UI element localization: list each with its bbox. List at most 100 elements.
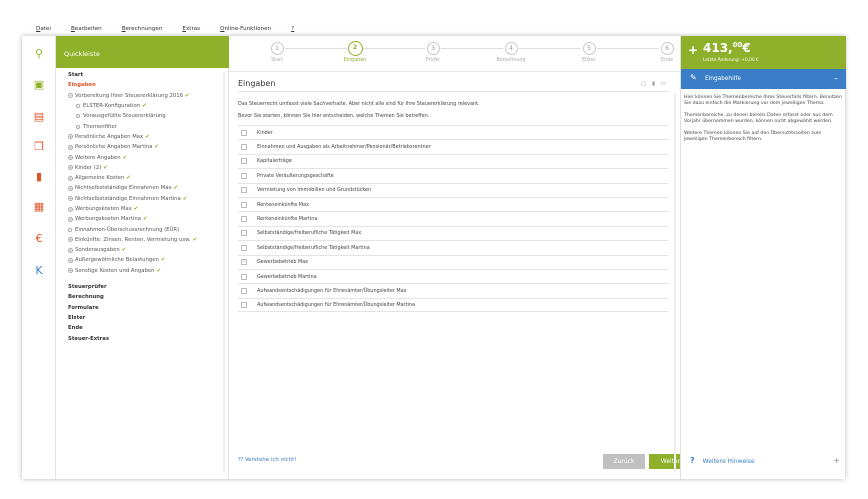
topic-row[interactable]: Gewerbebetrieb Martina [238,268,668,283]
nav-item[interactable]: Steuer-Extras [56,333,229,343]
menu-item-2[interactable]: Berechnungen [122,26,163,32]
nav-item[interactable]: Elster [56,313,229,323]
nav-item[interactable]: Vorausgefüllte Steuererklärung [56,111,229,121]
nav-item[interactable]: + Persönliche Angaben Martina ✔ [56,142,229,152]
topic-checkbox[interactable] [241,230,247,237]
collapse-icon[interactable]: – [834,74,838,83]
quickbar-header[interactable]: Quickleiste [56,36,229,68]
topic-row[interactable]: Selbstständige/freiberufliche Tätigkeit … [238,240,668,254]
step-4[interactable]: 4 Berechnung [481,42,541,63]
expand-toggle-icon[interactable]: − [68,93,73,99]
topic-row[interactable]: Aufwandsentschädigungen für Ehrenämter/Ü… [238,297,668,313]
nav-item[interactable]: + Sonstige Kosten und Angaben ✔ [56,266,229,276]
menu-item-5[interactable]: ? [291,26,294,32]
expand-toggle-icon[interactable]: + [68,247,73,253]
topic-checkbox[interactable] [241,144,247,151]
nav-item[interactable]: + Außergewöhnliche Belastungen ✔ [56,255,229,265]
nav-item[interactable]: + Weitere Angaben ✔ [56,152,229,162]
nav-item[interactable]: + Nichtselbstständige Einnahmen Martina ✔ [56,194,229,204]
step-1[interactable]: 1 Start [247,42,307,63]
nav-item[interactable]: ELSTER-Konfiguration ✔ [56,101,229,111]
topic-row[interactable]: Vermietung von Immobilien und Grundstück… [238,182,668,197]
k-button[interactable]: K [22,260,56,280]
search-button[interactable]: ⚲ [22,43,56,63]
nav-scrollbar[interactable] [223,72,225,472]
refund-amount-panel[interactable]: + 413,00€ Letzte Änderung: +0,00 € [681,36,846,69]
nav-item[interactable]: Eingaben [56,80,229,90]
step-3[interactable]: 3 Prüfer [403,42,463,63]
calculator-button[interactable]: ▦ [22,196,56,216]
document-button[interactable]: ▤ [22,106,56,126]
nav-item[interactable]: Formulare [56,303,229,313]
nav-item[interactable]: Start [56,70,229,80]
expand-toggle-icon[interactable]: + [68,185,73,191]
topic-checkbox[interactable]: ✓ [241,259,247,266]
topic-checkbox[interactable] [241,273,247,280]
expand-toggle-icon[interactable]: + [68,268,73,274]
nav-item-label: Einnahmen-Überschussrechnung (EÜR) [75,226,180,233]
main-scrollbar[interactable] [674,94,676,472]
folders-button[interactable]: ❐ [22,136,56,156]
step-connector [363,48,425,49]
nav-item[interactable]: + Einkünfte: Zinsen, Renten, Vermietung u… [56,235,229,245]
euro-button[interactable]: € [22,228,56,248]
topic-row[interactable]: Private Veräußerungsgeschäfte [238,168,668,182]
expand-toggle-icon[interactable]: + [68,216,73,222]
nav-item[interactable]: Berechnung [56,292,229,302]
nav-item[interactable]: + Kinder (2) ✔ [56,163,229,173]
topic-checkbox[interactable] [241,244,247,251]
expand-toggle-icon[interactable]: + [68,257,73,263]
topic-checkbox[interactable] [241,201,247,208]
topic-checkbox[interactable] [241,158,247,165]
nav-item[interactable]: Einnahmen-Überschussrechnung (EÜR) [56,224,229,234]
topic-checkbox[interactable] [241,301,247,308]
expand-toggle-icon[interactable]: + [68,175,73,181]
expand-toggle-icon[interactable]: + [68,196,73,202]
nav-item[interactable]: Ende [56,323,229,333]
more-hints-link[interactable]: ? Weitere Hinweise + [690,456,840,465]
topic-row[interactable]: Renteneinkünfte Martina [238,211,668,225]
topic-checkbox[interactable] [241,287,247,294]
nav-item[interactable]: + Werbungskosten Martina ✔ [56,214,229,224]
topic-row[interactable]: Aufwandsentschädigungen für Ehrenämter/Ü… [238,283,668,297]
nav-item[interactable]: + Werbungskosten Max ✔ [56,204,229,214]
nav-item[interactable]: + Nichtselbstständige Einnahmen Max ✔ [56,183,229,193]
topic-row[interactable]: Kapitalerträge [238,153,668,168]
nav-item[interactable]: + Sonderausgaben ✔ [56,245,229,255]
chart-button[interactable]: ▮ [22,166,56,186]
topic-checkbox[interactable] [241,129,247,136]
view-toggle-icons[interactable]: ▢ ▮ ▭ [641,81,668,87]
menu-item-0[interactable]: Datei [36,26,51,32]
topic-row[interactable]: Selbstständige/freiberufliche Tätigkeit … [238,225,668,240]
topic-checkbox[interactable] [241,187,247,194]
menu-item-4[interactable]: Online-Funktionen [220,26,271,32]
expand-toggle-icon[interactable]: + [68,144,73,150]
check-icon: ✔ [126,175,131,182]
back-button[interactable]: Zurück [603,454,645,469]
topic-row[interactable]: Renteneinkünfte Max [238,196,668,211]
expand-toggle-icon[interactable]: + [68,165,73,171]
menu-item-3[interactable]: Extras [182,26,200,32]
step-2[interactable]: 2 Eingaben [325,41,385,63]
expand-toggle-icon[interactable]: + [68,237,73,243]
nav-item[interactable]: Steuerprüfer [56,282,229,292]
topic-row[interactable]: Einnahmen und Ausgaben als Arbeitnehmer/… [238,139,668,153]
topic-checkbox[interactable] [241,216,247,223]
topic-row[interactable]: ✓ Gewerbebetrieb Max [238,254,668,269]
menu-item-1[interactable]: Bearbeiten [71,26,102,32]
topic-checkbox[interactable] [241,172,247,179]
verstehe-ich-nicht-link[interactable]: ⁇ Verstehe ich nicht! [238,457,297,463]
nav-item[interactable]: − Vorbereitung Ihrer Steuererklärung 2016… [56,91,229,101]
step-5[interactable]: 5 Elster [559,42,619,63]
nav-item[interactable]: + Persönliche Angaben Max ✔ [56,132,229,142]
expand-toggle-icon[interactable]: + [68,206,73,212]
chat-button[interactable]: ▣ [22,74,56,94]
nav-item[interactable]: + Allgemeine Kosten ✔ [56,173,229,183]
expand-plus-icon[interactable]: + [833,456,840,465]
input-help-header[interactable]: ✎ Eingabehilfe – [681,69,846,89]
topic-row[interactable]: Kinder [238,125,668,139]
nav-item[interactable]: Themenfilter [56,121,229,131]
expand-toggle-icon[interactable]: + [68,134,73,140]
topic-label: Renteneinkünfte Martina [257,216,318,223]
expand-toggle-icon[interactable]: + [68,155,73,161]
